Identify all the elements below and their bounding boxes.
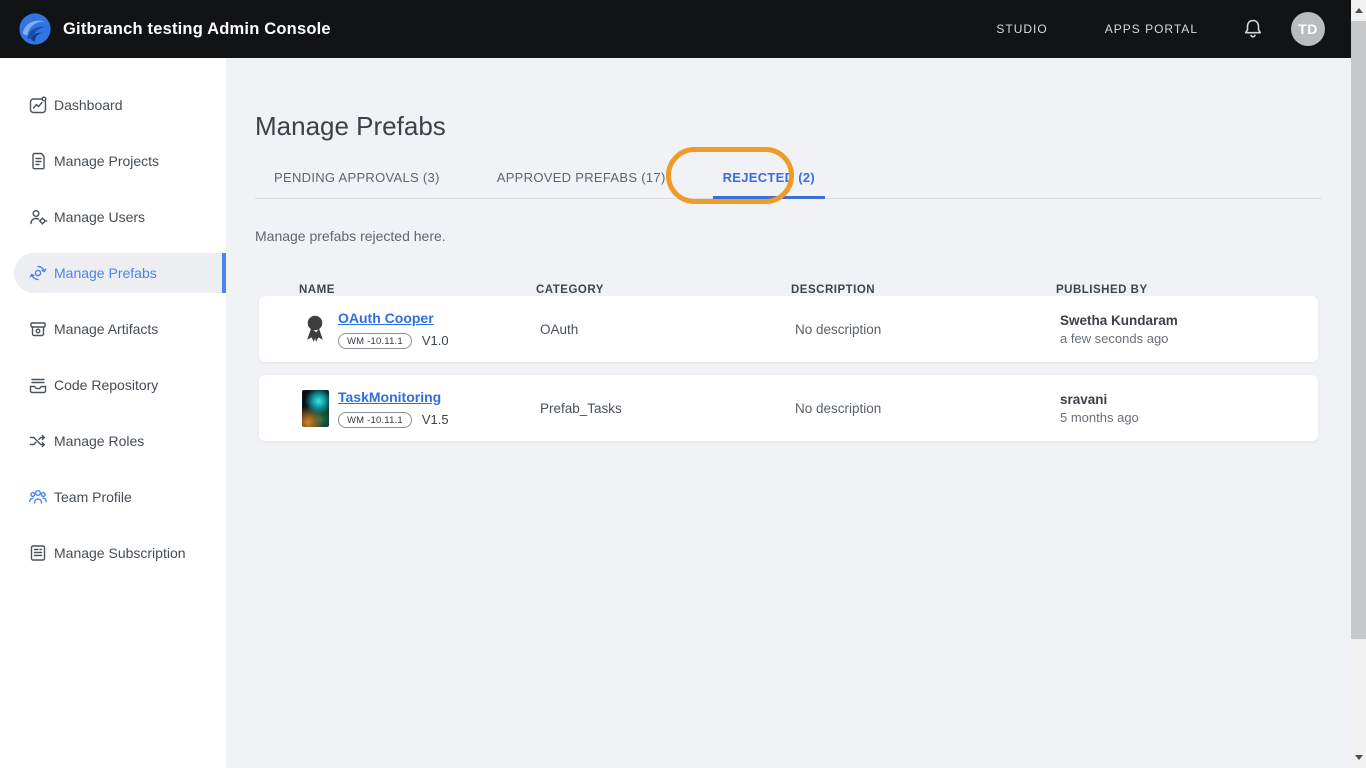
published-by-name: sravani xyxy=(1060,392,1318,407)
table-row: OAuth Cooper WM -10.11.1 V1.0 OAuth No d… xyxy=(259,296,1318,362)
dashboard-icon xyxy=(28,95,48,115)
sidebar-item-manage-projects[interactable]: Manage Projects xyxy=(14,141,226,181)
sidebar-item-label: Manage Prefabs xyxy=(54,265,157,281)
category-cell: OAuth xyxy=(540,322,795,337)
admin-console-app: Gitbranch testing Admin Console STUDIO A… xyxy=(0,0,1351,768)
table-row: TaskMonitoring WM -10.11.1 V1.5 Prefab_T… xyxy=(259,375,1318,441)
column-header-published-by: PUBLISHED BY xyxy=(1056,284,1322,296)
tab-bar: PENDING APPROVALS (3) APPROVED PREFABS (… xyxy=(255,156,1322,199)
sidebar-item-label: Team Profile xyxy=(54,489,132,505)
table-header-row: NAME CATEGORY DESCRIPTION PUBLISHED BY xyxy=(255,284,1322,296)
main-content: Manage Prefabs PENDING APPROVALS (3) APP… xyxy=(226,58,1351,768)
app-title: Gitbranch testing Admin Console xyxy=(63,20,331,39)
sidebar-item-label: Dashboard xyxy=(54,97,123,113)
sidebar-item-manage-subscription[interactable]: Manage Subscription xyxy=(14,533,226,573)
subscription-icon xyxy=(28,543,48,563)
scrollbar-up-arrow-icon[interactable] xyxy=(1355,8,1363,13)
wm-version-chip: WM -10.11.1 xyxy=(338,412,412,428)
wm-version-chip: WM -10.11.1 xyxy=(338,333,412,349)
sidebar-item-manage-prefabs[interactable]: Manage Prefabs xyxy=(14,253,226,293)
column-header-category: CATEGORY xyxy=(536,284,791,296)
prefab-name-link[interactable]: OAuth Cooper xyxy=(338,310,434,326)
medal-icon xyxy=(300,313,330,345)
sidebar-item-label: Manage Projects xyxy=(54,153,159,169)
prefabs-icon xyxy=(28,263,48,283)
artifacts-icon xyxy=(28,319,48,339)
tab-rejected[interactable]: REJECTED (2) xyxy=(713,156,825,199)
scrollbar-down-arrow-icon[interactable] xyxy=(1355,755,1363,760)
published-time: a few seconds ago xyxy=(1060,331,1318,346)
wavemaker-logo-icon xyxy=(18,12,52,46)
top-bar: Gitbranch testing Admin Console STUDIO A… xyxy=(0,0,1351,58)
published-time: 5 months ago xyxy=(1060,410,1318,425)
prefab-name-link[interactable]: TaskMonitoring xyxy=(338,389,441,405)
vertical-scrollbar[interactable] xyxy=(1351,0,1366,768)
sidebar-item-label: Manage Roles xyxy=(54,433,144,449)
sidebar-item-dashboard[interactable]: Dashboard xyxy=(14,85,226,125)
description-cell: No description xyxy=(795,322,1060,337)
published-by-name: Swetha Kundaram xyxy=(1060,313,1318,328)
sidebar-item-code-repository[interactable]: Code Repository xyxy=(14,365,226,405)
sidebar-item-label: Manage Subscription xyxy=(54,545,186,561)
sidebar-item-label: Manage Users xyxy=(54,209,145,225)
users-icon xyxy=(28,207,48,227)
tab-description: Manage prefabs rejected here. xyxy=(255,228,1322,244)
notifications-bell-icon[interactable] xyxy=(1243,18,1263,40)
column-header-description: DESCRIPTION xyxy=(791,284,1056,296)
sidebar-item-team-profile[interactable]: Team Profile xyxy=(14,477,226,517)
prefab-version: V1.5 xyxy=(422,412,449,427)
projects-icon xyxy=(28,151,48,171)
prefab-version: V1.0 xyxy=(422,333,449,348)
roles-shuffle-icon xyxy=(28,431,48,451)
tab-pending-approvals[interactable]: PENDING APPROVALS (3) xyxy=(264,156,450,199)
team-profile-icon xyxy=(28,487,48,507)
sidebar-item-label: Manage Artifacts xyxy=(54,321,158,337)
user-avatar[interactable]: TD xyxy=(1291,12,1325,46)
description-cell: No description xyxy=(795,401,1060,416)
scrollbar-thumb[interactable] xyxy=(1351,21,1366,639)
sidebar-item-label: Code Repository xyxy=(54,377,158,393)
sidebar-item-manage-roles[interactable]: Manage Roles xyxy=(14,421,226,461)
sidebar-item-manage-users[interactable]: Manage Users xyxy=(14,197,226,237)
column-header-name: NAME xyxy=(299,284,536,296)
page-title: Manage Prefabs xyxy=(255,58,1322,141)
tab-approved-prefabs[interactable]: APPROVED PREFABS (17) xyxy=(487,156,676,199)
sidebar-item-manage-artifacts[interactable]: Manage Artifacts xyxy=(14,309,226,349)
apps-portal-link[interactable]: APPS PORTAL xyxy=(1105,22,1198,36)
studio-link[interactable]: STUDIO xyxy=(996,22,1047,36)
category-cell: Prefab_Tasks xyxy=(540,401,795,416)
code-repository-icon xyxy=(28,375,48,395)
prefab-thumbnail xyxy=(302,390,329,427)
sidebar-nav: Dashboard Manage Projects xyxy=(0,58,226,768)
